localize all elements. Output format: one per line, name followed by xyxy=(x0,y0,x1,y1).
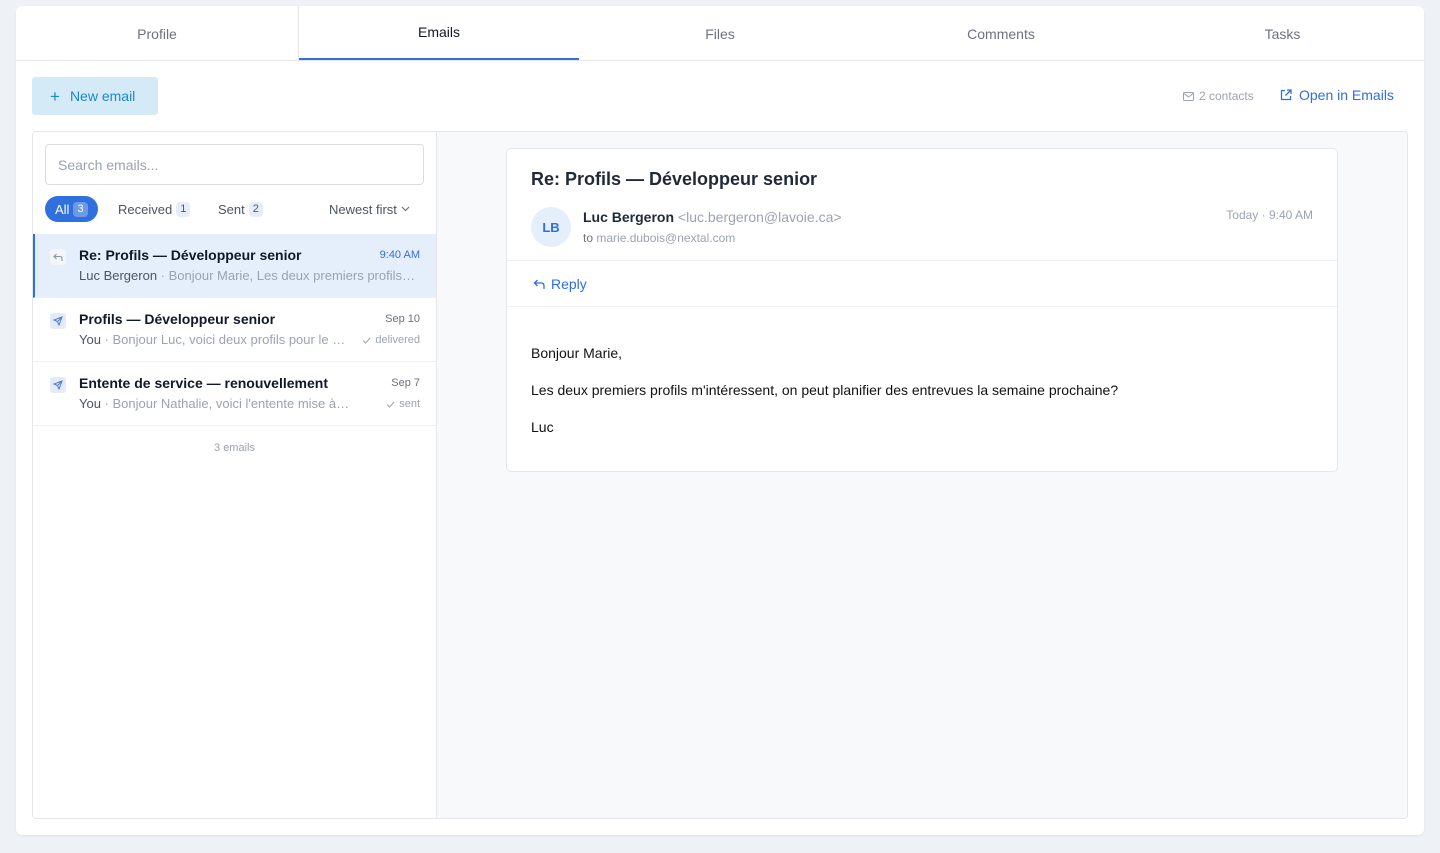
plus-icon: + xyxy=(50,86,60,106)
email-subject: Re: Profils — Développeur senior xyxy=(79,247,302,263)
message-body: Bonjour Marie, Les deux premiers profils… xyxy=(531,345,1311,456)
filter-all-count: 3 xyxy=(73,201,88,217)
filter-received[interactable]: Received 1 xyxy=(118,196,191,222)
sender-name: Luc Bergeron xyxy=(583,209,675,225)
email-list: Re: Profils — Développeur senior 9:40 AM… xyxy=(33,234,436,426)
filter-sent[interactable]: Sent 2 xyxy=(218,196,263,222)
email-subject: Entente de service — renouvellement xyxy=(79,375,328,391)
list-item[interactable]: Profils — Développeur senior Sep 10 You … xyxy=(33,298,436,362)
email-reader: Re: Profils — Développeur senior LB Luc … xyxy=(437,132,1407,818)
tab-bar: Profile Emails Files Comments Tasks xyxy=(16,6,1424,61)
reply-icon xyxy=(533,279,545,289)
filter-received-label: Received xyxy=(118,201,173,217)
filter-received-count: 1 xyxy=(176,201,191,217)
tab-emails[interactable]: Emails xyxy=(299,6,579,60)
email-subject: Profils — Développeur senior xyxy=(79,311,276,327)
message-subject: Re: Profils — Développeur senior xyxy=(531,169,818,189)
delivery-status: sent xyxy=(386,398,420,410)
divider xyxy=(507,260,1337,261)
filter-all-label: All xyxy=(55,201,70,217)
emails-panel: Profile Emails Files Comments Tasks + Ne… xyxy=(16,6,1424,835)
filter-bar: All 3 Received 1 Sent 2 Newest first xyxy=(45,196,424,222)
open-in-emails-label: Open in Emails xyxy=(1299,87,1394,103)
email-list-panel: All 3 Received 1 Sent 2 Newest first xyxy=(33,132,437,818)
list-item[interactable]: Re: Profils — Développeur senior 9:40 AM… xyxy=(33,234,436,298)
delivery-status: delivered xyxy=(362,334,420,346)
email-date: Sep 7 xyxy=(391,377,420,389)
open-in-emails-link[interactable]: Open in Emails xyxy=(1280,87,1394,103)
sort-label: Newest first xyxy=(329,201,397,217)
email-date: 9:40 AM xyxy=(379,249,420,261)
filter-sent-label: Sent xyxy=(218,201,245,217)
tab-files[interactable]: Files xyxy=(579,6,861,61)
email-snippet: You · Bonjour Luc, voici deux profils po… xyxy=(79,332,351,347)
tab-profile[interactable]: Profile xyxy=(16,6,298,61)
avatar: LB xyxy=(531,207,571,247)
email-message: Re: Profils — Développeur senior LB Luc … xyxy=(506,148,1338,472)
new-email-button[interactable]: + New email xyxy=(32,77,158,115)
sender-email: <luc.bergeron@lavoie.ca> xyxy=(677,209,842,225)
filter-sent-count: 2 xyxy=(248,201,263,217)
email-pane: All 3 Received 1 Sent 2 Newest first xyxy=(32,131,1408,819)
tab-tasks[interactable]: Tasks xyxy=(1141,6,1424,61)
mail-icon xyxy=(1183,91,1194,101)
sort-dropdown[interactable]: Newest first xyxy=(329,196,410,222)
new-email-label: New email xyxy=(69,88,136,104)
message-recipient: to marie.dubois@nextal.com xyxy=(583,231,736,245)
send-icon xyxy=(50,313,66,329)
tab-comments[interactable]: Comments xyxy=(861,6,1141,61)
email-snippet: You · Bonjour Nathalie, voici l'entente … xyxy=(79,396,351,411)
divider xyxy=(507,306,1337,307)
list-item[interactable]: Entente de service — renouvellement Sep … xyxy=(33,362,436,426)
send-icon xyxy=(50,377,66,393)
chevron-down-icon xyxy=(401,206,410,212)
message-timestamp: Today · 9:40 AM xyxy=(1226,208,1313,222)
body-paragraph: Les deux premiers profils m'intéressent,… xyxy=(531,382,1119,398)
email-count: 3 emails xyxy=(214,442,255,454)
contacts-count: 2 contacts xyxy=(1183,89,1254,103)
check-icon xyxy=(363,337,371,344)
search-input[interactable] xyxy=(45,144,424,185)
external-link-icon xyxy=(1280,89,1292,101)
recipient-email: marie.dubois@nextal.com xyxy=(596,231,736,245)
email-date: Sep 10 xyxy=(385,313,420,325)
email-snippet: Luc Bergeron · Bonjour Marie, Les deux p… xyxy=(79,268,417,283)
reply-button[interactable]: Reply xyxy=(533,276,587,292)
message-sender: Luc Bergeron <luc.bergeron@lavoie.ca> xyxy=(583,209,842,225)
reply-label: Reply xyxy=(551,276,587,292)
reply-icon xyxy=(50,249,66,265)
check-icon xyxy=(386,401,395,408)
body-paragraph: Bonjour Marie, xyxy=(531,345,623,361)
contacts-label: 2 contacts xyxy=(1199,89,1254,103)
filter-all[interactable]: All 3 xyxy=(45,196,98,222)
body-paragraph: Luc xyxy=(531,419,554,435)
